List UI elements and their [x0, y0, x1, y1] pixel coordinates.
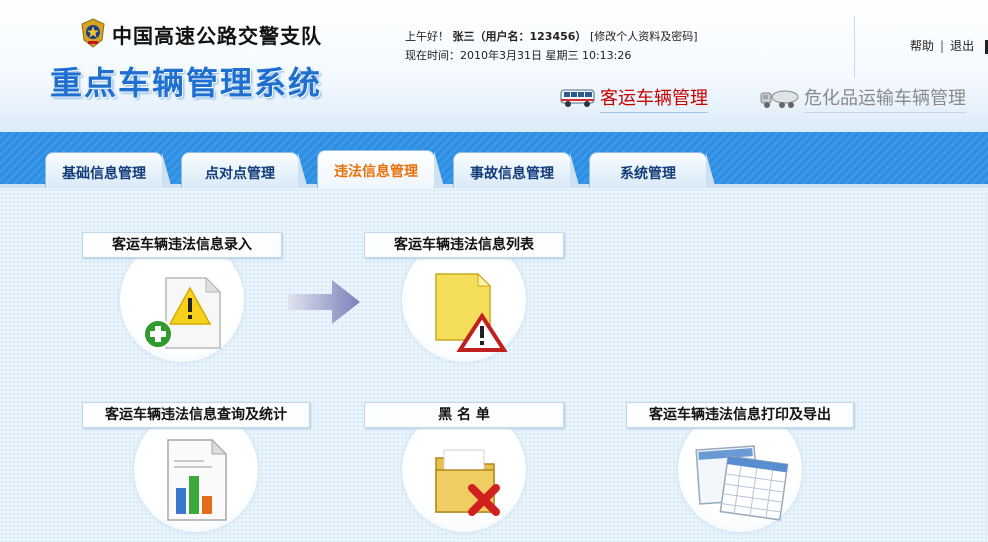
blacklist-label: 黑 名 单	[364, 402, 564, 428]
passenger-vehicle-module-link[interactable]: 客运车辆管理	[560, 84, 708, 113]
passenger-vehicle-module-label: 客运车辆管理	[600, 84, 708, 113]
violation-query-statistics-label: 客运车辆违法信息查询及统计	[82, 402, 310, 428]
separator: |	[940, 39, 945, 53]
right-arrow-icon	[288, 280, 360, 324]
help-logout: 帮助 | 退出	[910, 37, 974, 54]
add-warning-document-icon	[143, 276, 222, 349]
violation-list-label: 客运车辆违法信息列表	[364, 232, 564, 258]
tab-violation-info[interactable]: 违法信息管理	[317, 150, 444, 188]
bus-icon	[560, 89, 595, 107]
greeting: 上午好！ 张三（用户名：123456） [修改个人资料及密码]	[405, 28, 698, 44]
violation-print-export-label: 客运车辆违法信息打印及导出	[626, 402, 854, 428]
header-divider	[854, 16, 855, 78]
hazmat-vehicle-module-link[interactable]: 危化品运输车辆管理	[760, 84, 966, 113]
violation-entry-tile[interactable]: 客运车辆违法信息录入	[82, 232, 282, 372]
system-title: 重点车辆管理系统	[50, 64, 323, 102]
tab-accident-info[interactable]: 事故信息管理	[453, 152, 580, 189]
folder-delete-icon	[435, 449, 500, 516]
greeting-prefix: 上午好！	[405, 30, 449, 43]
police-emblem-icon	[81, 18, 105, 48]
violation-print-export-tile[interactable]: 客运车辆违法信息打印及导出	[626, 402, 856, 542]
edit-profile-link[interactable]: [修改个人资料及密码]	[590, 30, 698, 43]
warning-file-icon	[435, 272, 508, 352]
violation-query-statistics-tile[interactable]: 客运车辆违法信息查询及统计	[82, 402, 310, 542]
tab-basic-info[interactable]: 基础信息管理	[45, 152, 172, 189]
bar-chart-document-icon	[167, 438, 228, 521]
tab-point-to-point[interactable]: 点对点管理	[181, 152, 308, 189]
org-name: 中国高速公路交警支队	[112, 24, 322, 48]
help-link[interactable]: 帮助	[910, 39, 934, 53]
tab-system-management[interactable]: 系统管理	[589, 152, 716, 189]
violation-entry-label: 客运车辆违法信息录入	[82, 232, 282, 258]
current-time: 现在时间：2010年3月31日 星期三 10:13:26	[405, 49, 632, 62]
header: 中国高速公路交警支队 重点车辆管理系统 上午好！ 张三（用户名：123456） …	[0, 0, 988, 132]
logout-link[interactable]: 退出	[950, 39, 974, 53]
hazmat-vehicle-module-label: 危化品运输车辆管理	[804, 84, 966, 113]
violation-list-tile[interactable]: 客运车辆违法信息列表	[364, 232, 564, 372]
blacklist-tile[interactable]: 黑 名 单	[364, 402, 564, 542]
tanker-truck-icon	[760, 90, 799, 108]
spreadsheet-export-icon	[695, 445, 789, 521]
user-display: 张三（用户名：123456）	[452, 30, 587, 43]
